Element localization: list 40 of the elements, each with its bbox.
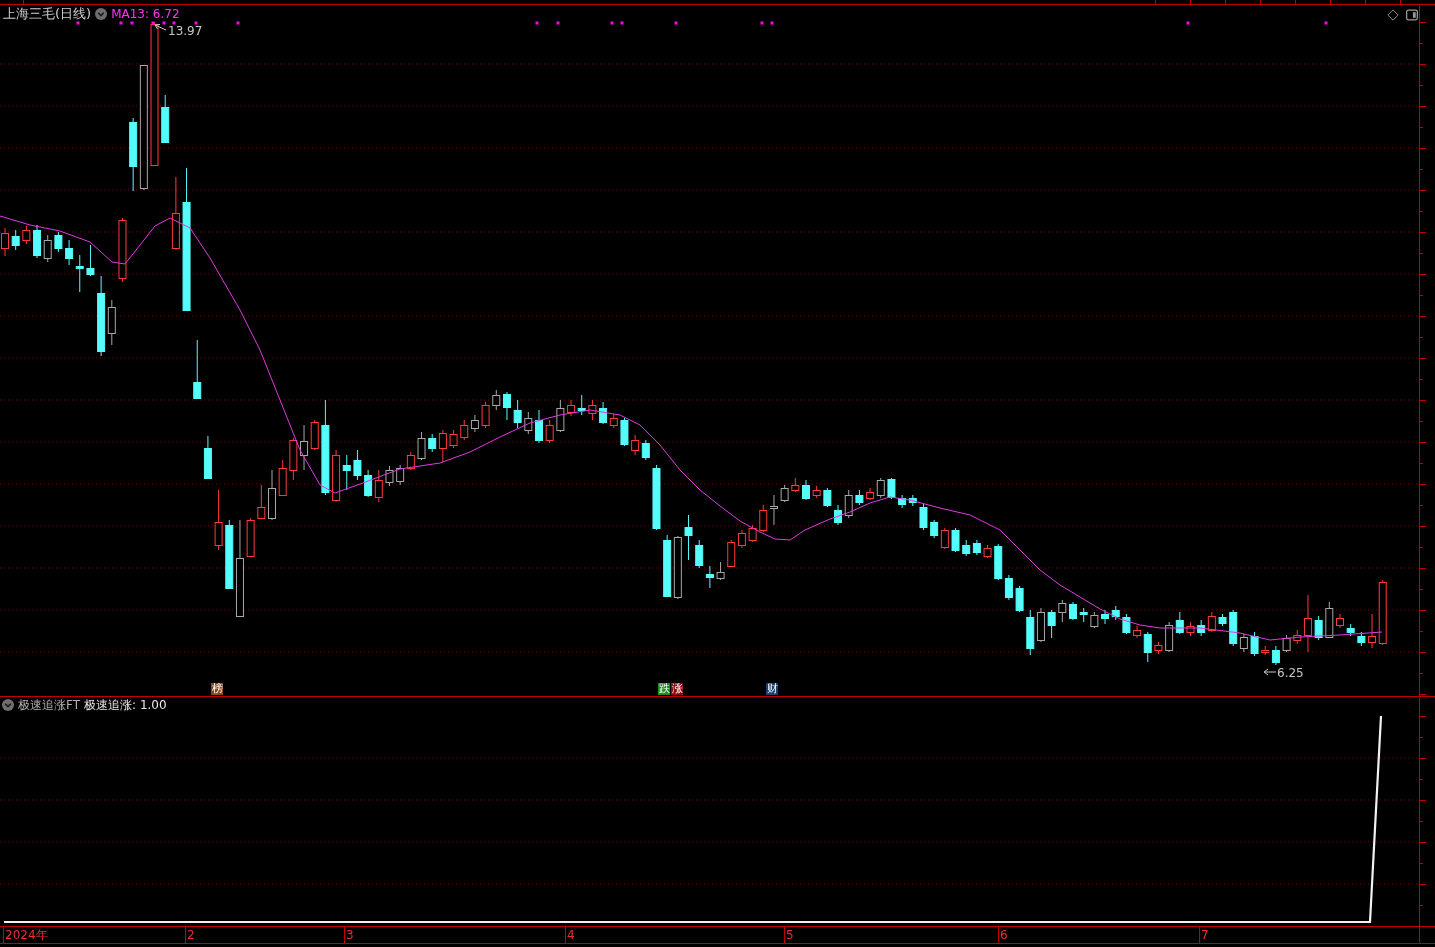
axis-label: 3 <box>346 928 354 942</box>
axis-label: 2 <box>187 928 195 942</box>
signal-marker-icon <box>556 21 560 25</box>
signal-marker-icon <box>674 21 678 25</box>
signal-marker-icon <box>172 21 176 25</box>
event-badge[interactable]: 跌 <box>658 683 670 695</box>
axis-label: 4 <box>567 928 575 942</box>
signal-marker-icon <box>236 21 240 25</box>
indicator-name: 极速追涨FT <box>18 698 81 712</box>
axis-label: 2024年 <box>5 928 48 942</box>
collapse-icon[interactable] <box>95 8 108 20</box>
signal-marker-icon <box>1186 21 1190 25</box>
collapse-icon[interactable] <box>2 699 14 711</box>
signal-marker-icon <box>194 21 198 25</box>
event-badge[interactable]: 涨 <box>671 683 683 695</box>
high-price-label: 13.97 <box>168 24 203 38</box>
leader-arrow <box>154 24 167 31</box>
signal-marker-icon <box>76 21 80 25</box>
signal-marker-icon <box>535 21 539 25</box>
signal-marker-icon <box>620 21 624 25</box>
signal-marker-icon <box>610 21 614 25</box>
event-badge[interactable]: 财 <box>766 683 778 695</box>
event-badge[interactable]: 榜 <box>211 683 223 695</box>
signal-marker-icon <box>162 21 166 25</box>
signal-marker-icon <box>151 21 155 25</box>
moving-average-reading: MA13: 6.72 <box>111 7 180 21</box>
panel-toggle-icon[interactable] <box>1406 9 1418 21</box>
axis-label: 5 <box>786 928 794 942</box>
axis-label: 7 <box>1201 928 1209 942</box>
indicator-reading: 极速追涨: 1.00 <box>84 698 167 712</box>
signal-marker-icon <box>770 21 774 25</box>
diamond-icon[interactable] <box>1387 9 1399 21</box>
axis-label: 6 <box>1000 928 1008 942</box>
leader-arrow <box>1263 668 1277 676</box>
signal-marker-icon <box>760 21 764 25</box>
chart-title: 上海三毛(日线) <box>3 7 92 21</box>
signal-marker-icon <box>130 21 134 25</box>
signal-marker-icon <box>119 21 123 25</box>
signal-marker-icon <box>1324 21 1328 25</box>
low-price-label: 6.25 <box>1277 666 1304 680</box>
